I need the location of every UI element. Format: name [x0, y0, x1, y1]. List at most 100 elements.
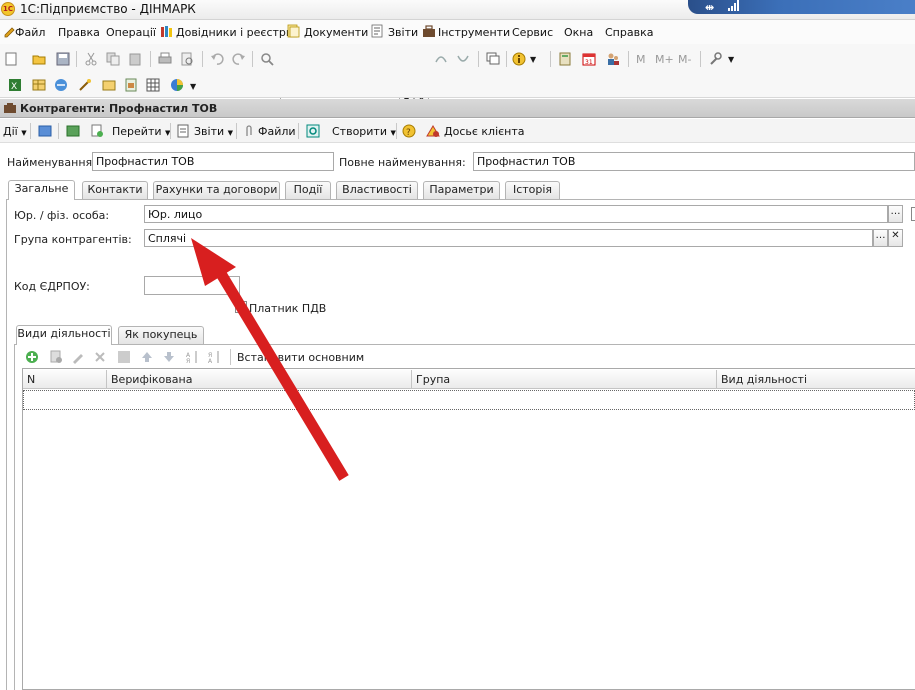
files-button[interactable]: Файли [258, 125, 296, 138]
print-preview-icon[interactable] [180, 52, 194, 66]
sort-desc-icon[interactable]: ЯA [208, 350, 222, 364]
save-icon[interactable] [56, 52, 70, 66]
info-dropdown-icon[interactable]: ▼ [530, 55, 536, 64]
svg-text:Я: Я [186, 358, 190, 364]
reports-icon[interactable] [176, 124, 190, 138]
sort-asc-icon[interactable]: AЯ [186, 350, 200, 364]
paste-icon[interactable] [128, 52, 142, 66]
actions-menu[interactable]: Дії ▼ [3, 125, 27, 138]
menu-reports[interactable]: Звіти [388, 26, 418, 39]
edit-row-icon[interactable] [71, 350, 85, 364]
tab-parameters[interactable]: Параметри [423, 181, 500, 199]
search-icon[interactable] [260, 52, 274, 66]
tab-properties[interactable]: Властивості [336, 181, 418, 199]
column-verified[interactable]: Верифікована [111, 373, 192, 386]
vat-payer-checkbox[interactable] [235, 301, 247, 313]
help-icon[interactable]: ? [402, 124, 416, 138]
calendar-icon[interactable]: 31 [582, 52, 596, 66]
move-down-icon[interactable] [162, 350, 176, 364]
dossier-button[interactable]: Досьє клієнта [444, 125, 525, 138]
magic-icon[interactable] [78, 78, 92, 92]
goto-menu[interactable]: Перейти ▼ [112, 125, 170, 138]
new-document-icon[interactable] [4, 52, 18, 66]
copy-icon[interactable] [106, 52, 120, 66]
tab-contacts[interactable]: Контакти [82, 181, 148, 199]
full-name-field[interactable] [473, 152, 915, 171]
move-up-icon[interactable] [140, 350, 154, 364]
print-icon[interactable] [158, 52, 172, 66]
find-next-icon[interactable] [434, 52, 448, 66]
column-activity-type[interactable]: Вид діяльності [721, 373, 807, 386]
calculator-icon[interactable] [558, 52, 572, 66]
group-clear-button[interactable]: ✕ [888, 229, 903, 247]
tab-as-buyer[interactable]: Як покупець [118, 326, 204, 344]
menu-help[interactable]: Справка [605, 26, 653, 39]
windows-icon[interactable] [486, 52, 500, 66]
full-name-label: Повне найменування: [339, 156, 466, 169]
register-icon[interactable] [102, 78, 116, 92]
save-and-close-icon[interactable] [38, 124, 52, 138]
create-menu[interactable]: Створити ▼ [332, 125, 396, 138]
settings-dropdown-icon[interactable]: ▼ [728, 55, 734, 64]
toolbar2-dropdown-icon[interactable]: ▼ [190, 82, 196, 91]
window-title: 1С:Підприємство - ДІНМАРК [20, 2, 196, 16]
constants-icon[interactable] [124, 78, 138, 92]
legal-type-select-button[interactable]: … [888, 205, 903, 223]
info-icon[interactable] [512, 52, 526, 66]
refresh-icon[interactable] [66, 124, 80, 138]
dossier-icon[interactable] [426, 124, 440, 138]
tab-activity-types[interactable]: Види діяльності [16, 325, 112, 345]
create-label: Створити [332, 125, 387, 138]
reports-menu[interactable]: Звіти ▼ [194, 125, 233, 138]
menu-catalogs[interactable]: Довідники і реєстри [176, 26, 293, 39]
menu-windows[interactable]: Окна [564, 26, 593, 39]
open-folder-icon[interactable] [32, 52, 46, 66]
add-row-icon[interactable] [25, 350, 39, 364]
inner-tab-panel-border [14, 344, 15, 690]
legal-type-field[interactable] [144, 205, 888, 223]
tab-general[interactable]: Загальне [8, 180, 75, 200]
menu-edit[interactable]: Правка [58, 26, 100, 39]
cut-icon[interactable] [84, 52, 98, 66]
find-prev-icon[interactable] [456, 52, 470, 66]
table-icon[interactable] [32, 78, 46, 92]
excel-icon[interactable]: X [8, 78, 22, 92]
name-field[interactable] [92, 152, 334, 171]
grid-icon[interactable] [146, 78, 160, 92]
copy-row-icon[interactable] [49, 350, 63, 364]
connection-icon[interactable]: ⇹ [705, 1, 714, 14]
menu-bar: Файл Правка Операції Довідники і реєстри… [0, 20, 915, 44]
menu-tools[interactable]: Інструменти [438, 26, 510, 39]
tab-history[interactable]: Історія [505, 181, 560, 199]
memory-add-button[interactable]: M+ [655, 53, 674, 66]
delete-row-icon[interactable] [93, 350, 107, 364]
column-group[interactable]: Група [416, 373, 450, 386]
settings-icon[interactable] [708, 52, 722, 66]
menu-documents[interactable]: Документи [304, 26, 368, 39]
table-row[interactable] [23, 390, 915, 410]
memory-button[interactable]: M [636, 53, 646, 66]
books-icon [161, 26, 172, 37]
attachment-icon[interactable] [242, 124, 256, 138]
set-main-button[interactable]: Встановити основним [237, 351, 364, 364]
menu-file[interactable]: Файл [15, 26, 45, 39]
tab-events[interactable]: Події [285, 181, 331, 199]
legal-type-extra-button[interactable] [911, 207, 915, 221]
menu-service[interactable]: Сервис [512, 26, 553, 39]
copy-record-icon[interactable] [90, 124, 104, 138]
exchange-icon[interactable] [54, 78, 68, 92]
undo-icon[interactable] [210, 52, 224, 66]
end-edit-icon[interactable] [117, 350, 131, 364]
group-field[interactable] [144, 229, 873, 247]
memory-subtract-button[interactable]: M- [678, 53, 691, 66]
pie-chart-icon[interactable] [170, 78, 184, 92]
create-based-icon[interactable] [306, 124, 320, 138]
menu-operations[interactable]: Операції [106, 26, 156, 39]
edrpou-field[interactable] [144, 276, 240, 295]
column-number[interactable]: N [27, 373, 35, 386]
tab-accounts[interactable]: Рахунки та договори [153, 181, 280, 199]
users-icon[interactable] [606, 52, 620, 66]
redo-icon[interactable] [232, 52, 246, 66]
signal-icon[interactable] [727, 0, 739, 12]
group-select-button[interactable]: … [873, 229, 888, 247]
